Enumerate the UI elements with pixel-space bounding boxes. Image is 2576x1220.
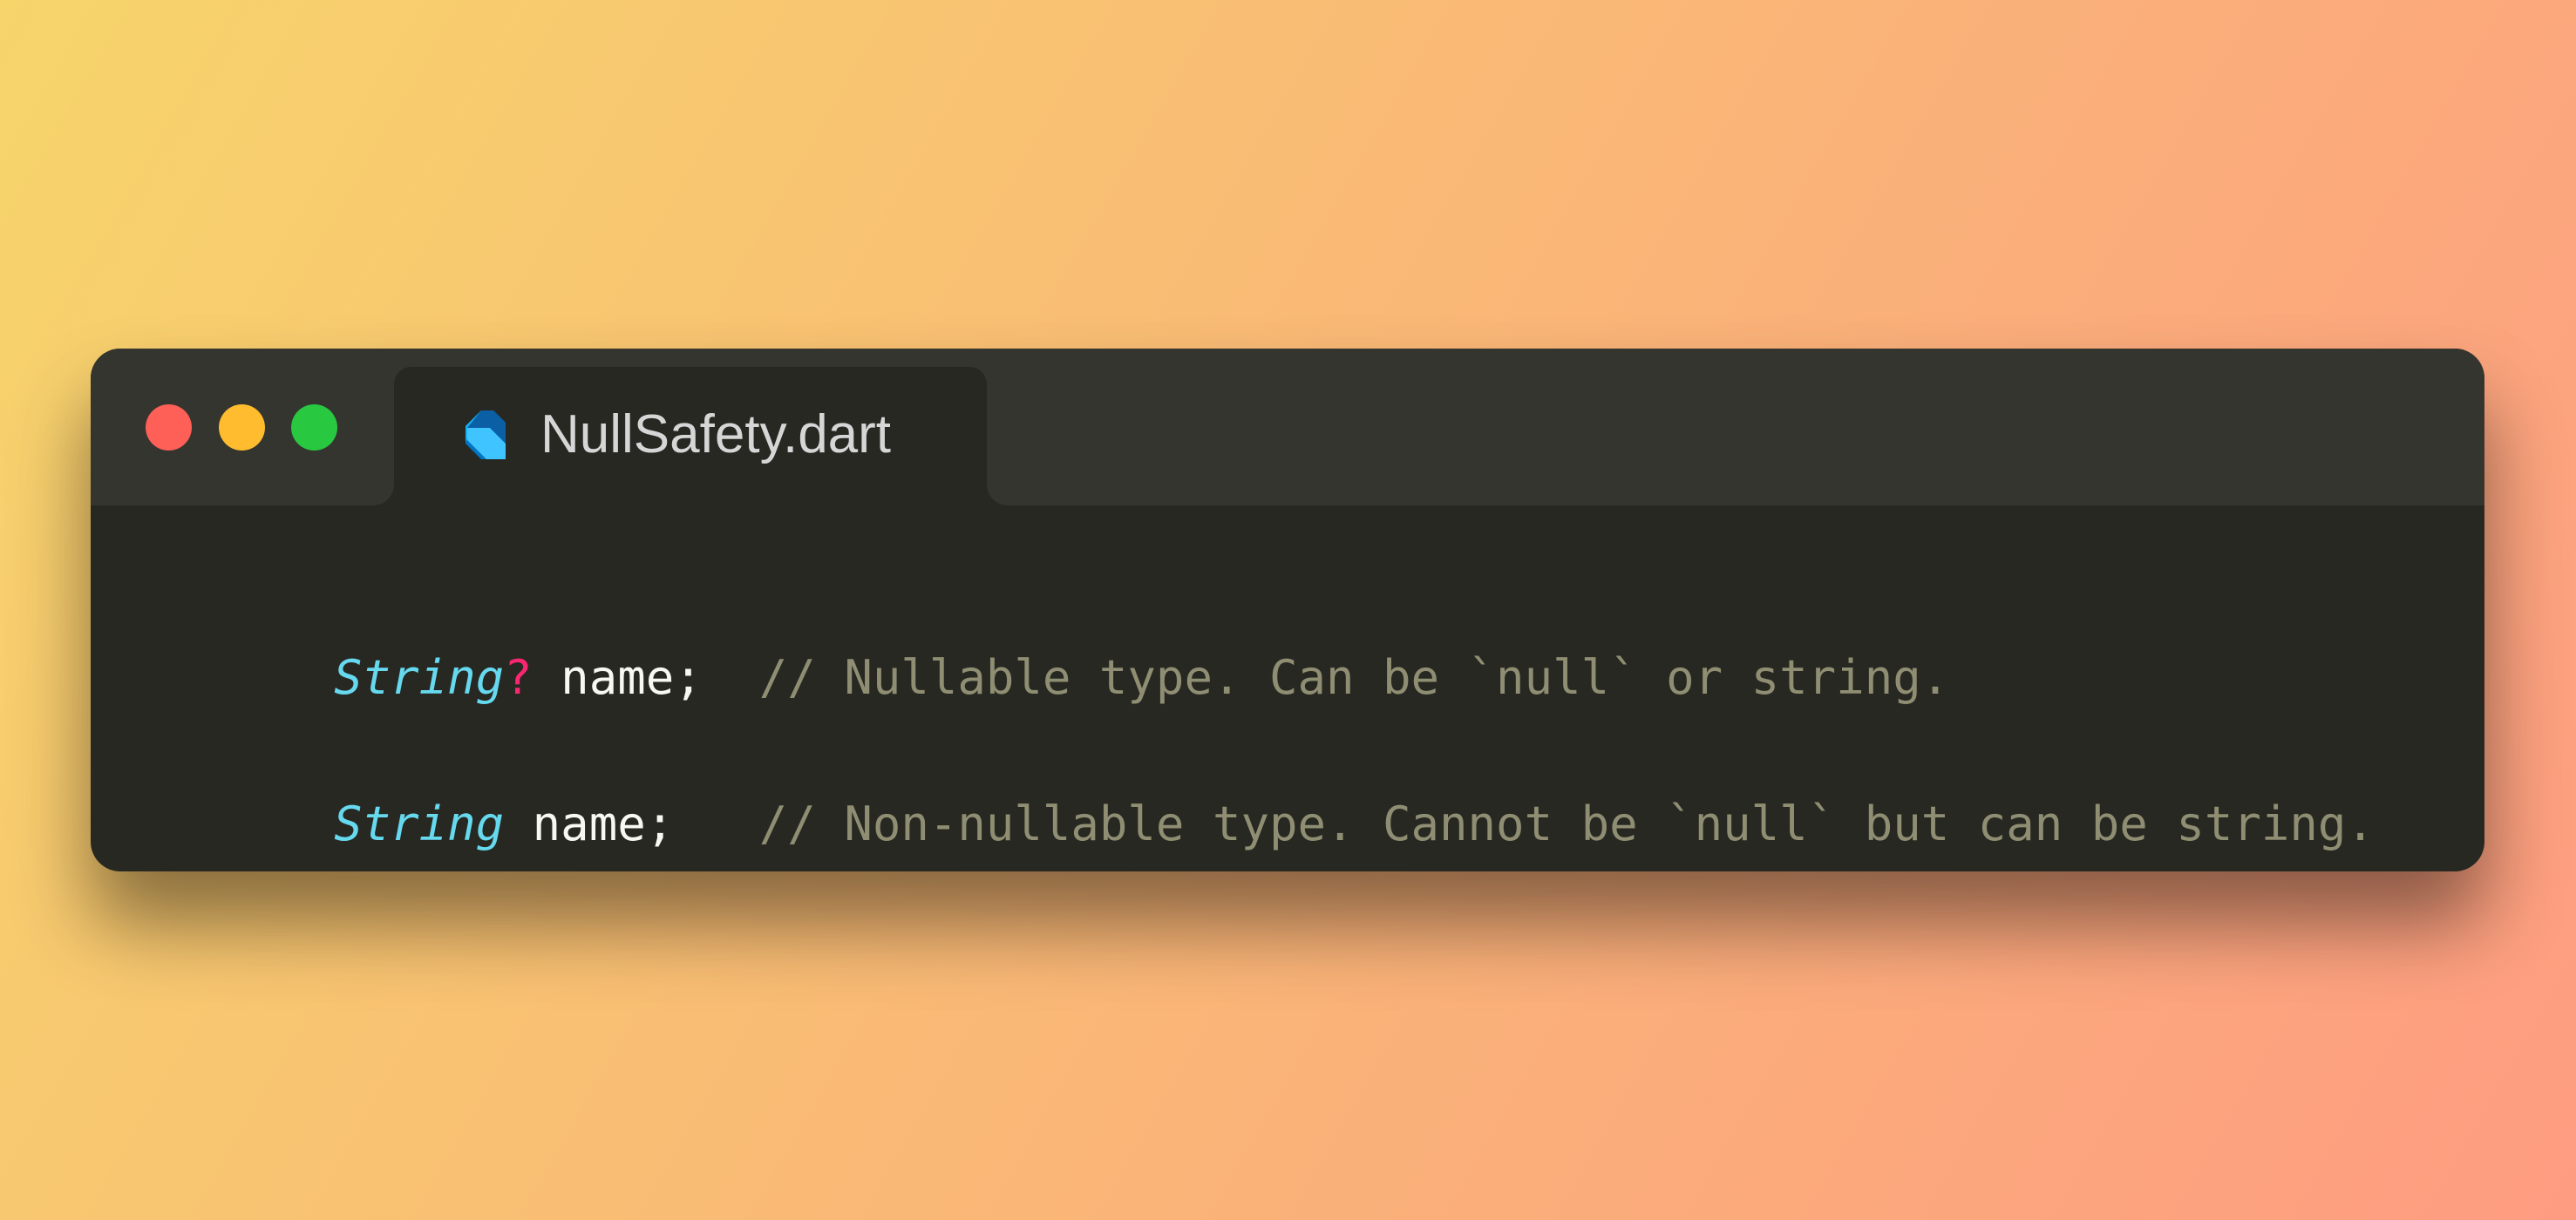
code-comment: // Nullable type. Can be `null` or strin… [758, 650, 1950, 705]
minimize-button[interactable] [219, 404, 265, 451]
tab-nullsafety-dart[interactable]: NullSafety.dart [394, 367, 987, 505]
type-keyword: String [334, 796, 505, 851]
code-line: String? name; // Nullable type. Can be `… [164, 573, 1949, 705]
dart-logo-icon [466, 410, 506, 459]
tab-title: NullSafety.dart [540, 404, 892, 464]
code-window: NullSafety.dart String? name; // Nullabl… [91, 349, 2484, 871]
code-comment: // Non-nullable type. Cannot be `null` b… [758, 796, 2375, 851]
title-bar: NullSafety.dart [91, 349, 2484, 505]
type-keyword: String [334, 650, 505, 705]
code-editor[interactable]: String? name; // Nullable type. Can be `… [164, 573, 2375, 851]
code-line: String name; // Non-nullable type. Canno… [164, 720, 2375, 851]
identifier: name; [532, 650, 703, 705]
maximize-button[interactable] [291, 404, 337, 451]
close-button[interactable] [146, 404, 192, 451]
identifier: name; [504, 796, 675, 851]
nullable-marker: ? [504, 650, 533, 705]
